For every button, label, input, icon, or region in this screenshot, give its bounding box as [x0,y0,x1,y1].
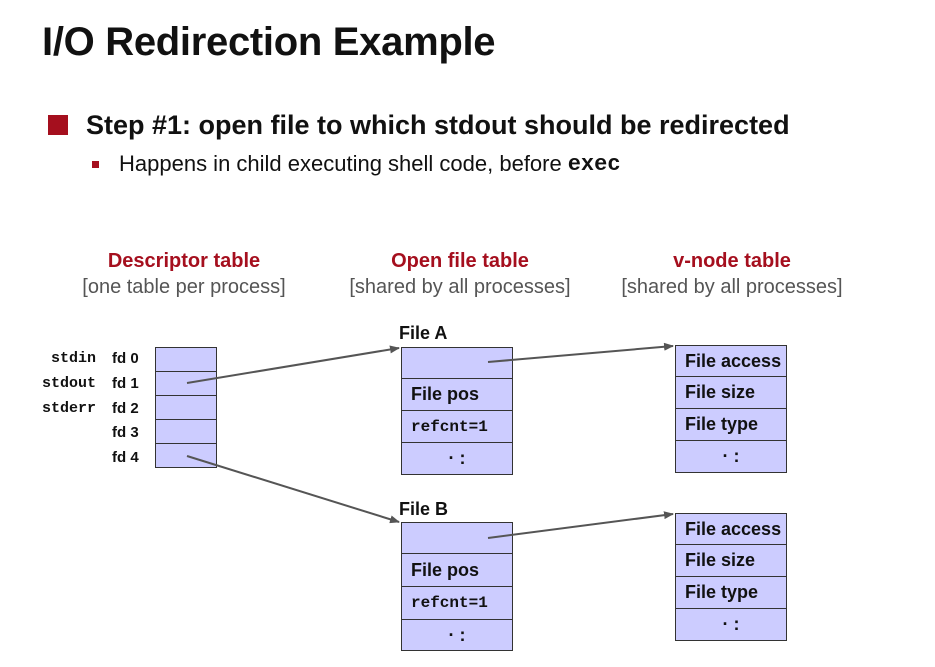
vnode-b-dots-cell: · : [675,608,787,641]
vnode-a-type-cell: File type [675,408,787,441]
file-b-refcnt: refcnt=1 [411,594,488,612]
file-a-label: File A [399,323,448,343]
fd-label-1: fd 1 [112,375,139,392]
square-bullet-icon [48,115,68,135]
file-a-pos: File pos [411,384,480,404]
arrow-file-b-to-vnode-b [487,511,674,539]
vnode-a-size: File size [685,382,756,402]
file-a-vnode-ptr-cell [401,347,513,379]
vnode-table-header: v-node table [shared by all processes] [602,248,862,300]
sub-bullet-text: Happens in child executing shell code, b… [119,151,562,176]
stream-label-stdin: stdin [50,350,96,367]
file-a-refcnt-cell: refcnt=1 [401,410,513,443]
descriptor-table-subtitle: [one table per process] [82,276,286,298]
arrow-fd4-to-file-b [186,455,400,524]
fd-cell-4 [155,443,217,468]
file-b-dots-cell: · : [401,619,513,651]
vnode-a-access-cell: File access [675,345,787,377]
fd-label-0: fd 0 [112,350,139,367]
file-a-dots: · : [448,448,466,468]
main-bullet-text: Step #1: open file to which stdout shoul… [86,109,790,140]
fd-cell-0 [155,347,217,372]
sub-bullet: Happens in child executing shell code, b… [92,150,621,178]
file-b-refcnt-cell: refcnt=1 [401,586,513,620]
file-b-pos: File pos [411,559,480,580]
vnode-b-size: File size [685,550,756,570]
arrow-file-a-to-vnode-a [487,342,674,363]
file-b-dots: · : [448,624,466,645]
descriptor-table-title: Descriptor table [107,250,261,272]
vnode-b-access-cell: File access [675,513,787,545]
fd-cell-1 [155,371,217,396]
fd-label-2: fd 2 [112,400,139,417]
descriptor-table-header: Descriptor table [one table per process] [60,248,308,300]
vnode-b-access: File access [685,518,782,539]
slide-title: I/O Redirection Example [42,20,496,64]
vnode-b-type-cell: File type [675,576,787,609]
open-file-table-subtitle: [shared by all processes] [349,276,571,298]
vnode-b-dots: · : [722,614,740,634]
file-b-vnode-ptr-cell [401,522,513,554]
fd-cell-3 [155,419,217,444]
open-file-table-header: Open file table [shared by all processes… [330,248,590,300]
stream-label-stdout: stdout [41,375,96,392]
vnode-table-title: v-node table [673,250,791,272]
vnode-b-size-cell: File size [675,544,787,577]
file-a-dots-cell: · : [401,442,513,475]
arrow-fd1-to-file-a [186,345,400,384]
vnode-table-subtitle: [shared by all processes] [621,276,843,298]
main-bullet: Step #1: open file to which stdout shoul… [48,110,790,140]
open-file-table-title: Open file table [391,250,529,272]
fd-label-3: fd 3 [112,424,139,441]
vnode-b-type: File type [685,582,759,602]
small-square-bullet-icon [92,160,99,168]
vnode-a-access: File access [685,350,782,371]
file-b-pos-cell: File pos [401,553,513,587]
vnode-a-type: File type [685,414,759,434]
stream-label-stderr: stderr [41,400,96,417]
vnode-a-size-cell: File size [675,376,787,409]
sub-bullet-code: exec [567,151,621,177]
file-a-pos-cell: File pos [401,378,513,411]
fd-cell-2 [155,395,217,420]
fd-label-4: fd 4 [112,449,139,466]
file-a-refcnt: refcnt=1 [411,417,488,436]
vnode-a-dots: · : [722,446,740,466]
file-b-label: File B [399,499,449,519]
vnode-a-dots-cell: · : [675,440,787,473]
